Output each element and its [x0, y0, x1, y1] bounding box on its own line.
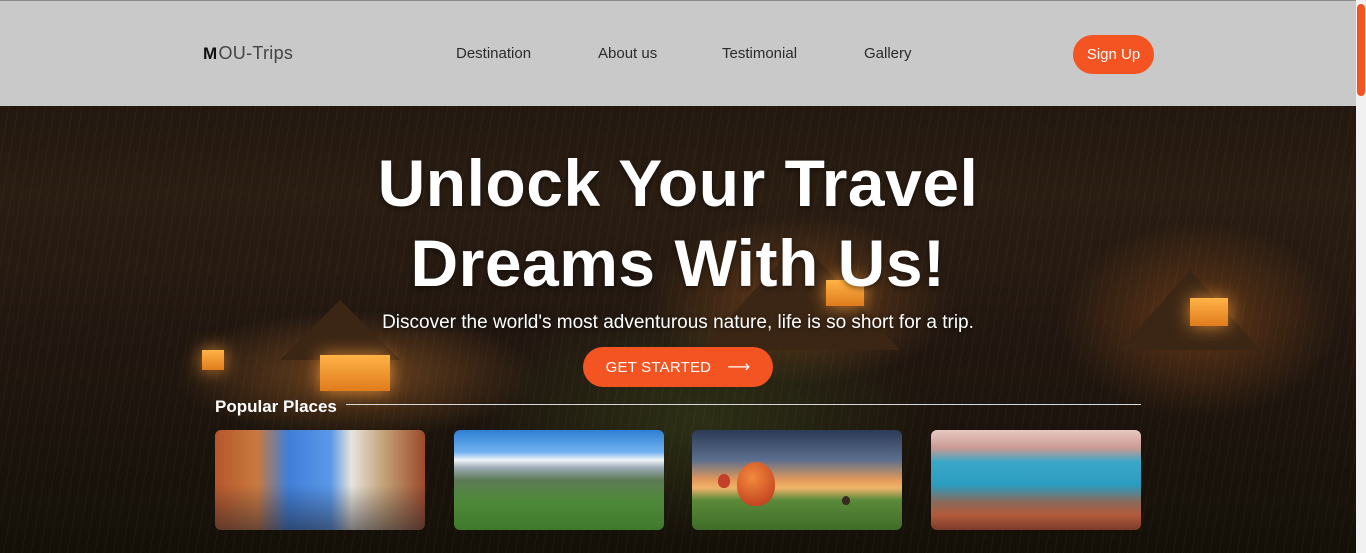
popular-places-title: Popular Places — [215, 397, 337, 416]
get-started-button[interactable]: GET STARTED ⟶ — [583, 347, 773, 387]
nav-destination[interactable]: Destination — [456, 45, 531, 62]
hero-title-line-2: Dreams With Us! — [410, 226, 946, 300]
balloon-shape — [718, 474, 730, 488]
place-card-hot-air-balloons[interactable] — [692, 430, 902, 530]
page-scrollbar[interactable] — [1356, 0, 1366, 553]
nav-testimonial[interactable]: Testimonial — [722, 45, 797, 62]
place-card-city-square[interactable] — [215, 430, 425, 530]
balloon-shape — [842, 496, 850, 505]
arrow-right-icon: ⟶ — [727, 359, 751, 376]
logo-text: OU-Trips — [218, 43, 294, 63]
get-started-label: GET STARTED — [605, 358, 712, 376]
logo-mark: M — [203, 43, 218, 63]
popular-places-divider — [346, 404, 1141, 405]
site-header: M OU-Trips Destination About us Testimon… — [0, 0, 1356, 106]
sign-up-button[interactable]: Sign Up — [1073, 35, 1154, 74]
nav-gallery[interactable]: Gallery — [864, 45, 912, 62]
hero-title-line-1: Unlock Your Travel — [377, 146, 979, 220]
balloon-shape — [737, 462, 775, 506]
place-card-coastal-town[interactable] — [931, 430, 1141, 530]
hero-title: Unlock Your Travel Dreams With Us! — [0, 143, 1356, 303]
hero-subtitle: Discover the world's most adventurous na… — [382, 312, 974, 333]
site-logo[interactable]: M OU-Trips — [203, 43, 293, 64]
scrollbar-thumb[interactable] — [1357, 4, 1365, 96]
place-card-mountain-hiker[interactable] — [454, 430, 664, 530]
nav-about-us[interactable]: About us — [598, 45, 657, 62]
